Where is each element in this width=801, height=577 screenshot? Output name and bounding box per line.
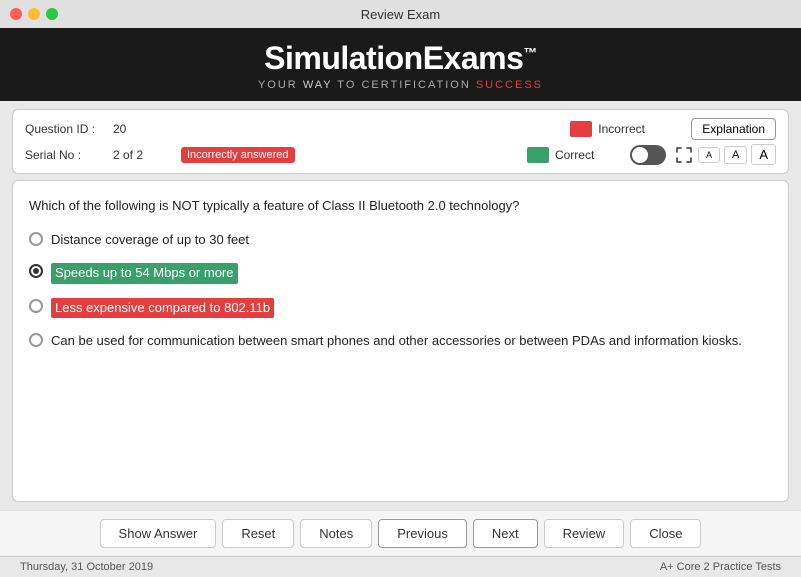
serial-label: Serial No :	[25, 148, 105, 162]
title-bar: Review Exam	[0, 0, 801, 28]
option-3[interactable]: Less expensive compared to 802.11b	[29, 298, 772, 318]
close-button[interactable]	[10, 8, 22, 20]
app-tagline: YOUR WAY TO CERTIFICATION SUCCESS	[20, 79, 781, 91]
next-button[interactable]: Next	[473, 519, 538, 548]
font-large-button[interactable]: A	[751, 144, 776, 165]
option-1-text: Distance coverage of up to 30 feet	[51, 231, 249, 249]
close-button-bottom[interactable]: Close	[630, 519, 701, 548]
question-id-label: Question ID :	[25, 122, 105, 136]
radio-option-4[interactable]	[29, 333, 43, 347]
radio-option-2[interactable]	[29, 264, 43, 278]
right-controls: Correct A A A	[527, 144, 776, 165]
radio-option-3[interactable]	[29, 299, 43, 313]
explanation-button[interactable]: Explanation	[691, 118, 776, 140]
font-small-button[interactable]: A	[698, 147, 720, 163]
question-id-value: 20	[113, 122, 173, 136]
footer: Thursday, 31 October 2019 A+ Core 2 Prac…	[0, 556, 801, 577]
question-area: Which of the following is NOT typically …	[12, 180, 789, 502]
fullscreen-icon[interactable]	[674, 145, 694, 165]
show-answer-button[interactable]: Show Answer	[100, 519, 217, 548]
serial-row: Serial No : 2 of 2 Incorrectly answered …	[25, 144, 776, 165]
app-header: SimulationExams™ YOUR WAY TO CERTIFICATI…	[0, 28, 801, 101]
toggle-switch[interactable]	[630, 145, 666, 165]
info-bar: Question ID : 20 Incorrect Explanation S…	[12, 109, 789, 174]
option-1[interactable]: Distance coverage of up to 30 feet	[29, 231, 772, 249]
option-2[interactable]: Speeds up to 54 Mbps or more	[29, 263, 772, 283]
bottom-bar: Show Answer Reset Notes Previous Next Re…	[0, 510, 801, 556]
question-text: Which of the following is NOT typically …	[29, 197, 772, 215]
minimize-button[interactable]	[28, 8, 40, 20]
option-2-text: Speeds up to 54 Mbps or more	[51, 263, 238, 283]
correct-label: Correct	[555, 148, 620, 162]
main-content: Question ID : 20 Incorrect Explanation S…	[0, 101, 801, 510]
option-3-text: Less expensive compared to 802.11b	[51, 298, 274, 318]
footer-date: Thursday, 31 October 2019	[20, 561, 153, 573]
option-4[interactable]: Can be used for communication between sm…	[29, 332, 772, 350]
incorrect-label: Incorrect	[598, 122, 663, 136]
maximize-button[interactable]	[46, 8, 58, 20]
traffic-lights	[10, 8, 58, 20]
incorrect-indicator: Incorrect	[570, 121, 663, 137]
radio-option-1[interactable]	[29, 232, 43, 246]
notes-button[interactable]: Notes	[300, 519, 372, 548]
footer-product: A+ Core 2 Practice Tests	[660, 561, 781, 573]
review-button[interactable]: Review	[544, 519, 625, 548]
incorrect-box	[570, 121, 592, 137]
font-medium-button[interactable]: A	[724, 146, 747, 164]
correct-box	[527, 147, 549, 163]
window-title: Review Exam	[361, 7, 440, 22]
reset-button[interactable]: Reset	[222, 519, 294, 548]
app-title: SimulationExams™	[20, 40, 781, 77]
question-id-row: Question ID : 20 Incorrect Explanation	[25, 118, 776, 140]
option-4-text: Can be used for communication between sm…	[51, 332, 742, 350]
serial-value: 2 of 2	[113, 148, 173, 162]
incorrectly-answered-badge: Incorrectly answered	[181, 147, 295, 163]
previous-button[interactable]: Previous	[378, 519, 467, 548]
